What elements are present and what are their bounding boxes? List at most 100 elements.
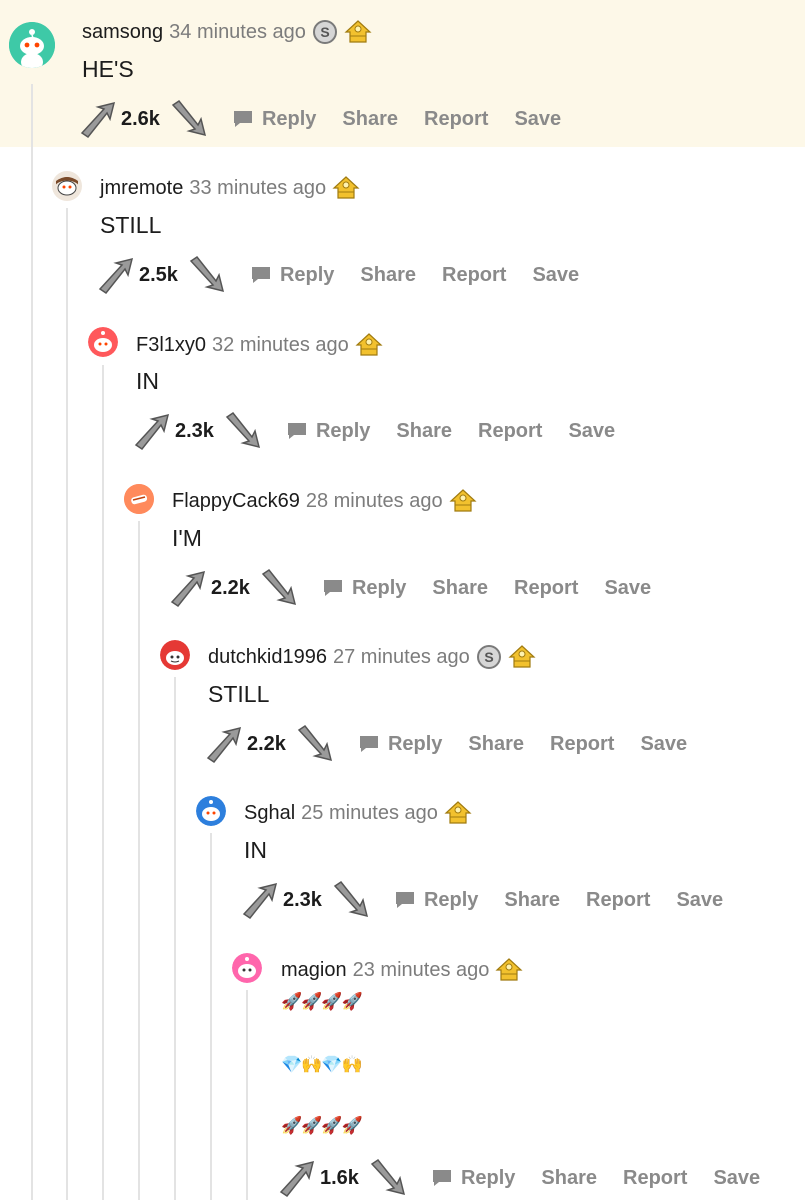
- gold-award-icon[interactable]: [495, 957, 523, 983]
- reply-button[interactable]: Reply: [286, 420, 370, 443]
- reply-button[interactable]: Reply: [322, 577, 406, 600]
- comment-body: IN: [244, 837, 267, 863]
- reply-button[interactable]: Reply: [394, 889, 478, 912]
- share-button[interactable]: Share: [541, 1167, 597, 1190]
- username[interactable]: FlappyCack69: [172, 490, 300, 513]
- thread-line[interactable]: [174, 677, 176, 1200]
- reply-button[interactable]: Reply: [358, 733, 442, 756]
- timestamp[interactable]: 25 minutes ago: [301, 802, 438, 825]
- save-button[interactable]: Save: [514, 108, 561, 131]
- upvote-button[interactable]: [93, 253, 139, 297]
- report-button[interactable]: Report: [478, 420, 542, 443]
- thread-line[interactable]: [31, 84, 33, 1200]
- report-label: Report: [478, 419, 543, 442]
- timestamp[interactable]: 28 minutes ago: [306, 490, 443, 513]
- gold-award-icon[interactable]: [444, 800, 472, 826]
- timestamp[interactable]: 32 minutes ago: [212, 334, 349, 357]
- username[interactable]: magion: [281, 959, 347, 982]
- avatar[interactable]: [9, 22, 55, 68]
- downvote-button[interactable]: [220, 409, 266, 453]
- save-button[interactable]: Save: [532, 264, 579, 287]
- avatar[interactable]: [196, 796, 226, 826]
- report-button[interactable]: Report: [623, 1167, 687, 1190]
- report-button[interactable]: Report: [424, 108, 488, 131]
- save-button[interactable]: Save: [568, 420, 615, 443]
- reply-button[interactable]: Reply: [431, 1167, 515, 1190]
- vote-score: 2.5k: [139, 263, 178, 286]
- upvote-arrow-icon: [170, 570, 206, 608]
- timestamp[interactable]: 27 minutes ago: [333, 646, 470, 669]
- downvote-button[interactable]: [166, 97, 212, 141]
- avatar[interactable]: [52, 171, 82, 201]
- username[interactable]: dutchkid1996: [208, 646, 327, 669]
- downvote-button[interactable]: [328, 878, 374, 922]
- upvote-button[interactable]: [129, 409, 175, 453]
- username[interactable]: Sghal: [244, 802, 295, 825]
- downvote-button[interactable]: [184, 253, 230, 297]
- save-button[interactable]: Save: [640, 733, 687, 756]
- comment-body: HE'S: [82, 56, 134, 82]
- save-button[interactable]: Save: [604, 577, 651, 600]
- reply-button[interactable]: Reply: [232, 108, 316, 131]
- gold-award-icon[interactable]: [508, 644, 536, 670]
- report-button[interactable]: Report: [514, 577, 578, 600]
- timestamp[interactable]: 23 minutes ago: [353, 959, 490, 982]
- snoo-avatar-icon: [232, 953, 262, 983]
- silver-award-icon[interactable]: S: [476, 644, 502, 670]
- save-button[interactable]: Save: [676, 889, 723, 912]
- thread-line[interactable]: [138, 521, 140, 1200]
- avatar[interactable]: [88, 327, 118, 357]
- share-button[interactable]: Share: [504, 889, 560, 912]
- upvote-button[interactable]: [237, 878, 283, 922]
- snoo-avatar-icon: [52, 171, 82, 201]
- share-button[interactable]: Share: [468, 733, 524, 756]
- comment-meta: dutchkid1996 27 minutes ago S: [208, 644, 536, 670]
- share-label: Share: [342, 107, 398, 130]
- thread-line[interactable]: [102, 365, 104, 1200]
- upvote-button[interactable]: [75, 97, 121, 141]
- reply-button[interactable]: Reply: [250, 264, 334, 287]
- comment-actions: 2.6k Reply Share Report Save: [75, 97, 587, 141]
- comment-bubble-icon: [251, 267, 270, 283]
- comment-body-line: 🚀🚀🚀🚀: [281, 1116, 363, 1135]
- snoo-avatar-icon: [124, 484, 154, 514]
- thread-line[interactable]: [66, 208, 68, 1200]
- upvote-arrow-icon: [206, 726, 242, 764]
- thread-line[interactable]: [210, 833, 212, 1200]
- snoo-avatar-icon: [160, 640, 190, 670]
- avatar[interactable]: [160, 640, 190, 670]
- svg-text:S: S: [320, 24, 329, 40]
- save-button[interactable]: Save: [713, 1167, 760, 1190]
- thread-line[interactable]: [246, 990, 248, 1200]
- report-button[interactable]: Report: [550, 733, 614, 756]
- avatar[interactable]: [232, 953, 262, 983]
- report-button[interactable]: Report: [586, 889, 650, 912]
- share-button[interactable]: Share: [342, 108, 398, 131]
- downvote-button[interactable]: [256, 566, 302, 610]
- upvote-button[interactable]: [201, 722, 247, 766]
- reply-label: Reply: [423, 888, 479, 911]
- snoo-avatar-icon: [88, 327, 118, 357]
- comment-meta: jmremote 33 minutes ago: [100, 175, 360, 201]
- gold-award-icon[interactable]: [449, 488, 477, 514]
- share-button[interactable]: Share: [396, 420, 452, 443]
- upvote-button[interactable]: [274, 1156, 320, 1200]
- silver-award-icon[interactable]: S: [312, 19, 338, 45]
- comment-actions: 2.2k Reply Share Report Save: [165, 566, 677, 610]
- timestamp[interactable]: 34 minutes ago: [169, 21, 306, 44]
- gold-award-icon[interactable]: [355, 332, 383, 358]
- share-button[interactable]: Share: [432, 577, 488, 600]
- gold-award-icon[interactable]: [344, 19, 372, 45]
- save-label: Save: [514, 107, 562, 130]
- username[interactable]: jmremote: [100, 177, 183, 200]
- gold-award-icon[interactable]: [332, 175, 360, 201]
- report-button[interactable]: Report: [442, 264, 506, 287]
- downvote-button[interactable]: [365, 1156, 411, 1200]
- username[interactable]: samsong: [82, 21, 163, 44]
- upvote-button[interactable]: [165, 566, 211, 610]
- avatar[interactable]: [124, 484, 154, 514]
- username[interactable]: F3l1xy0: [136, 334, 206, 357]
- timestamp[interactable]: 33 minutes ago: [189, 177, 326, 200]
- share-button[interactable]: Share: [360, 264, 416, 287]
- downvote-button[interactable]: [292, 722, 338, 766]
